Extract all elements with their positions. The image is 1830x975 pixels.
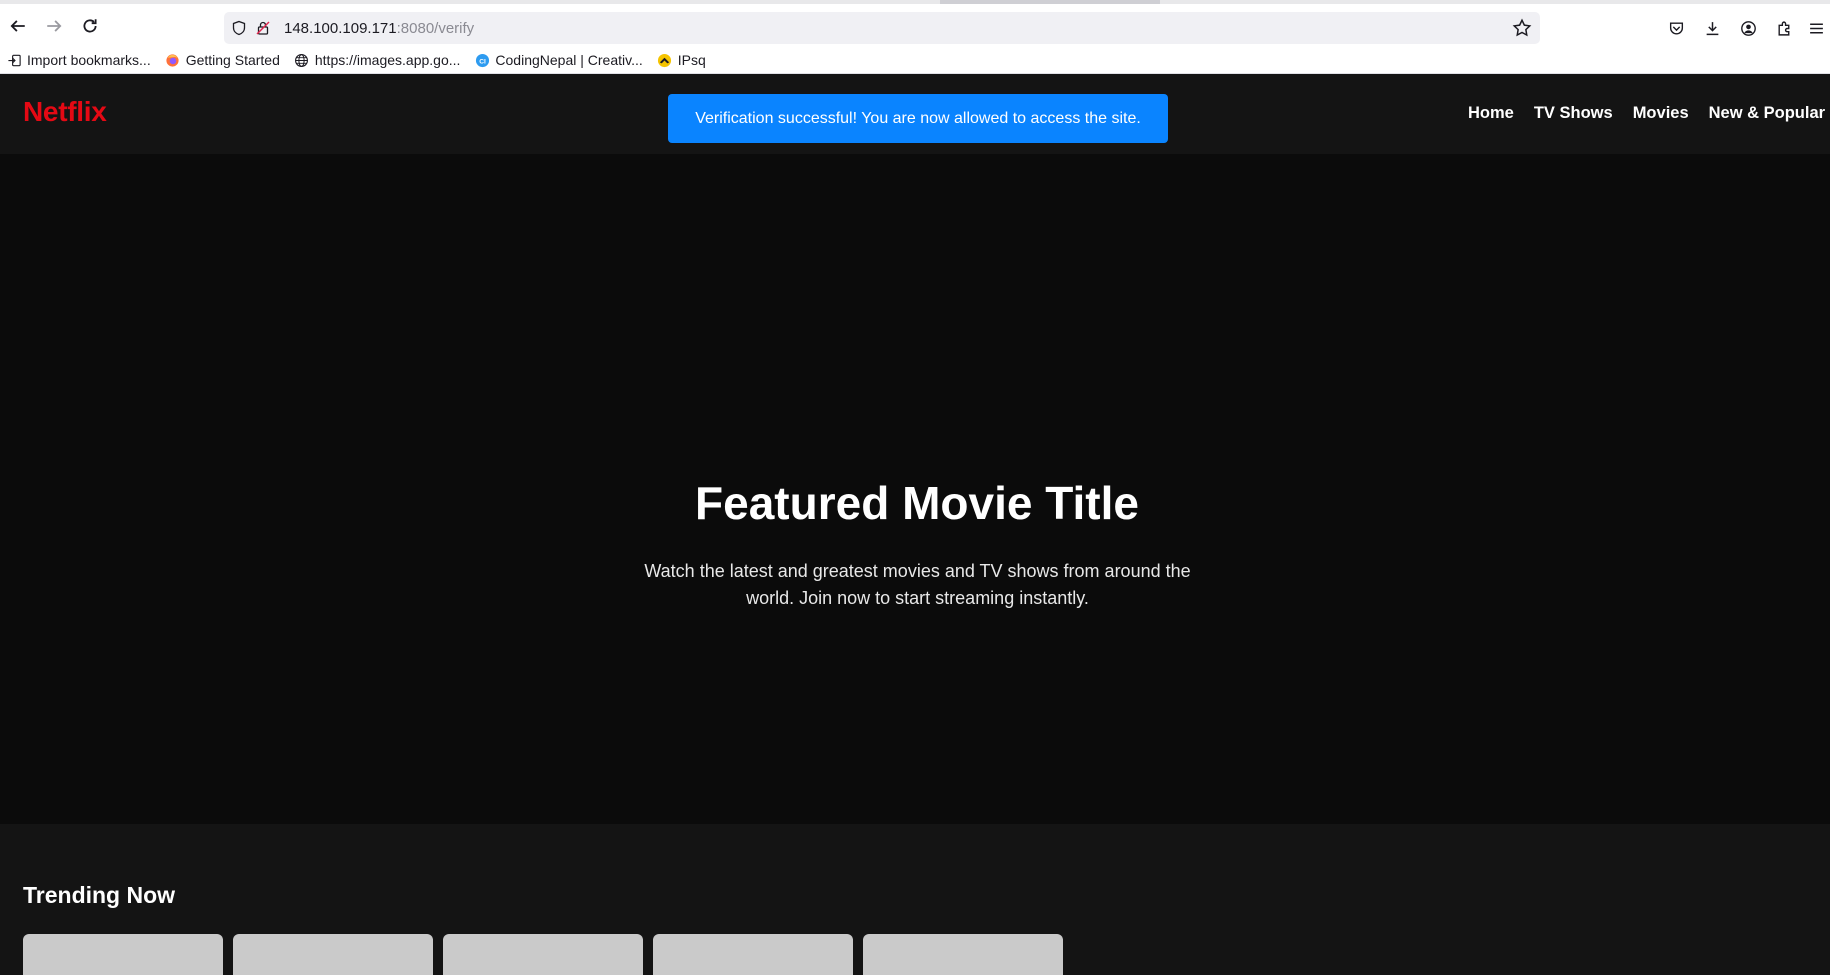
account-button[interactable] bbox=[1730, 10, 1766, 46]
bookmark-star-icon[interactable] bbox=[1512, 18, 1532, 38]
download-icon bbox=[1706, 21, 1718, 35]
tab-strip-indicator bbox=[940, 0, 1160, 4]
main-nav: Home TV Shows Movies New & Popular M bbox=[1468, 104, 1830, 123]
bookmark-images-app[interactable]: https://images.app.go... bbox=[294, 52, 461, 68]
ipsq-icon bbox=[657, 52, 673, 68]
globe-icon bbox=[294, 52, 310, 68]
page-viewport: Netflix Verification successful! You are… bbox=[0, 74, 1830, 975]
menu-button[interactable] bbox=[1802, 10, 1830, 46]
nav-new-popular[interactable]: New & Popular bbox=[1709, 104, 1825, 123]
movie-card[interactable] bbox=[863, 934, 1063, 975]
toolbar-right bbox=[1658, 8, 1830, 48]
bookmark-ipsq[interactable]: IPsq bbox=[657, 52, 706, 68]
verification-toast: Verification successful! You are now all… bbox=[668, 94, 1168, 143]
bookmarks-bar: Import bookmarks... Getting Started http… bbox=[0, 47, 1830, 74]
bookmark-label: Import bookmarks... bbox=[27, 52, 151, 68]
forward-button[interactable] bbox=[36, 8, 72, 44]
section-title: Trending Now bbox=[23, 882, 176, 908]
movie-card[interactable] bbox=[443, 934, 643, 975]
extensions-button[interactable] bbox=[1766, 10, 1802, 46]
movie-card[interactable] bbox=[233, 934, 433, 975]
bookmark-label: CodingNepal | Creativ... bbox=[495, 52, 643, 68]
browser-toolbar: 148.100.109.171:8080/verify bbox=[0, 0, 1830, 47]
movie-card[interactable] bbox=[653, 934, 853, 975]
bookmark-label: https://images.app.go... bbox=[314, 52, 461, 68]
site-header: Netflix Verification successful! You are… bbox=[0, 74, 1830, 154]
movie-card[interactable] bbox=[23, 934, 223, 975]
nav-tv-shows[interactable]: TV Shows bbox=[1534, 104, 1613, 123]
insecure-lock-icon[interactable] bbox=[248, 13, 278, 43]
downloads-button[interactable] bbox=[1694, 10, 1730, 46]
pocket-button[interactable] bbox=[1658, 10, 1694, 46]
hero-section: Featured Movie Title Watch the latest an… bbox=[0, 154, 1830, 824]
puzzle-icon bbox=[1777, 21, 1789, 36]
nav-movies[interactable]: Movies bbox=[1633, 104, 1689, 123]
hamburger-menu-icon bbox=[1809, 22, 1823, 34]
url-host: 148.100.109.171 bbox=[284, 19, 397, 37]
pocket-icon bbox=[1669, 21, 1683, 34]
reload-button[interactable] bbox=[72, 8, 108, 44]
codingnepal-icon: CI bbox=[474, 52, 490, 68]
trending-section: Trending Now bbox=[0, 824, 1830, 975]
bookmark-label: Getting Started bbox=[185, 52, 280, 68]
svg-text:CI: CI bbox=[479, 58, 486, 65]
url-text[interactable]: 148.100.109.171:8080/verify bbox=[278, 20, 474, 37]
nav-home[interactable]: Home bbox=[1468, 104, 1514, 123]
url-path: :8080/verify bbox=[396, 19, 475, 37]
reload-icon bbox=[83, 18, 97, 32]
bookmark-codingnepal[interactable]: CI CodingNepal | Creativ... bbox=[474, 52, 643, 68]
back-arrow-icon bbox=[10, 19, 25, 32]
trending-row bbox=[23, 934, 1073, 975]
hero-title: Featured Movie Title bbox=[695, 477, 1139, 529]
import-icon bbox=[6, 52, 22, 68]
firefox-icon bbox=[165, 52, 181, 68]
bookmark-getting-started[interactable]: Getting Started bbox=[165, 52, 280, 68]
account-icon bbox=[1740, 20, 1756, 36]
back-button[interactable] bbox=[0, 8, 36, 44]
forward-arrow-icon bbox=[47, 19, 62, 32]
bookmark-import[interactable]: Import bookmarks... bbox=[6, 52, 151, 68]
netflix-logo[interactable]: Netflix bbox=[23, 96, 107, 128]
url-bar[interactable]: 148.100.109.171:8080/verify bbox=[224, 12, 1540, 44]
hero-subtitle: Watch the latest and greatest movies and… bbox=[644, 561, 1191, 608]
bookmark-label: IPsq bbox=[677, 52, 706, 68]
